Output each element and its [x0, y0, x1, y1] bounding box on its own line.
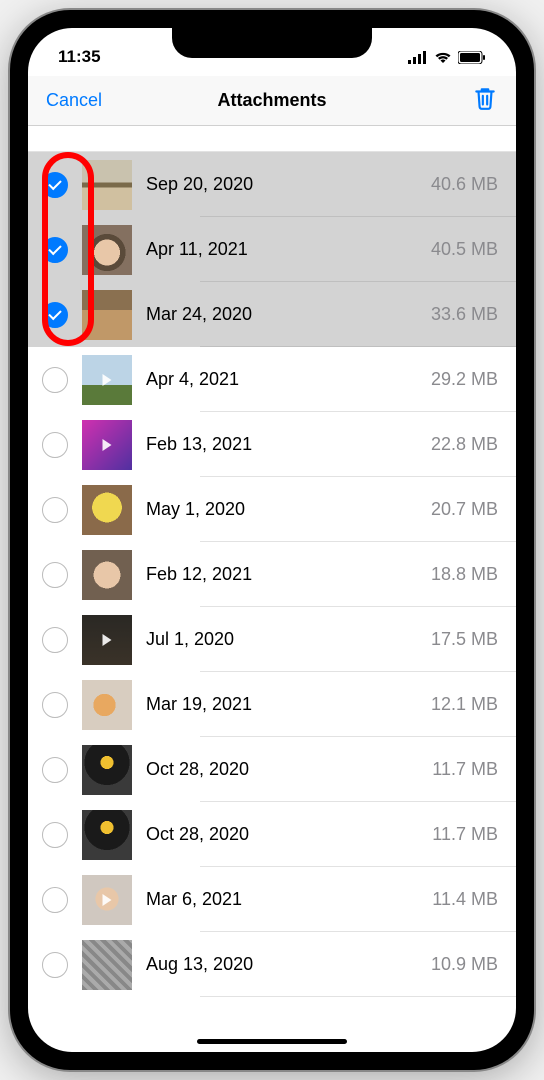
attachment-row[interactable]: Mar 24, 202033.6 MB — [28, 282, 516, 347]
cancel-button[interactable]: Cancel — [46, 90, 116, 111]
checkmark-icon — [48, 241, 61, 254]
attachment-date: Apr 11, 2021 — [146, 239, 431, 260]
attachment-size: 40.6 MB — [431, 174, 498, 195]
attachment-row[interactable]: Feb 13, 202122.8 MB — [28, 412, 516, 477]
selection-checkbox[interactable] — [28, 562, 82, 588]
wifi-icon — [434, 51, 452, 64]
status-indicators — [408, 51, 486, 64]
nav-bar: Cancel Attachments — [28, 76, 516, 126]
checkmark-icon — [48, 306, 61, 319]
attachment-size: 22.8 MB — [431, 434, 498, 455]
attachment-size: 33.6 MB — [431, 304, 498, 325]
attachment-size: 29.2 MB — [431, 369, 498, 390]
attachment-thumbnail[interactable] — [82, 355, 132, 405]
attachment-date: Feb 12, 2021 — [146, 564, 431, 585]
attachment-row[interactable]: Feb 12, 202118.8 MB — [28, 542, 516, 607]
attachment-date: Jul 1, 2020 — [146, 629, 431, 650]
screen: 11:35 Cancel Attachments — [28, 28, 516, 1052]
battery-icon — [458, 51, 486, 64]
attachment-size: 12.1 MB — [431, 694, 498, 715]
attachment-thumbnail[interactable] — [82, 290, 132, 340]
phone-frame: 11:35 Cancel Attachments — [10, 10, 534, 1070]
attachment-thumbnail[interactable] — [82, 485, 132, 535]
attachment-size: 11.7 MB — [432, 759, 498, 780]
selection-checkbox[interactable] — [28, 757, 82, 783]
selection-checkbox[interactable] — [28, 952, 82, 978]
attachment-thumbnail[interactable] — [82, 615, 132, 665]
play-icon — [103, 894, 112, 906]
attachment-thumbnail[interactable] — [82, 160, 132, 210]
attachment-thumbnail[interactable] — [82, 550, 132, 600]
selection-checkbox[interactable] — [28, 497, 82, 523]
attachment-thumbnail[interactable] — [82, 420, 132, 470]
attachment-size: 40.5 MB — [431, 239, 498, 260]
selection-checkbox[interactable] — [28, 432, 82, 458]
attachment-size: 11.4 MB — [432, 889, 498, 910]
attachment-date: Oct 28, 2020 — [146, 824, 432, 845]
attachment-size: 18.8 MB — [431, 564, 498, 585]
selection-checkbox[interactable] — [28, 237, 82, 263]
attachment-thumbnail[interactable] — [82, 680, 132, 730]
play-icon — [103, 374, 112, 386]
attachment-date: Sep 20, 2020 — [146, 174, 431, 195]
selection-checkbox[interactable] — [28, 627, 82, 653]
attachment-size: 11.7 MB — [432, 824, 498, 845]
attachment-row[interactable]: Apr 4, 202129.2 MB — [28, 347, 516, 412]
attachment-row[interactable]: Jul 1, 202017.5 MB — [28, 607, 516, 672]
status-time: 11:35 — [58, 47, 101, 67]
attachment-row[interactable]: May 1, 202020.7 MB — [28, 477, 516, 542]
attachment-date: Mar 24, 2020 — [146, 304, 431, 325]
attachment-size: 17.5 MB — [431, 629, 498, 650]
trash-icon[interactable] — [472, 85, 498, 116]
attachment-date: Mar 19, 2021 — [146, 694, 431, 715]
play-icon — [103, 634, 112, 646]
attachment-thumbnail[interactable] — [82, 940, 132, 990]
selection-checkbox[interactable] — [28, 822, 82, 848]
attachment-date: May 1, 2020 — [146, 499, 431, 520]
home-indicator[interactable] — [197, 1039, 347, 1044]
selection-checkbox[interactable] — [28, 887, 82, 913]
checkmark-icon — [48, 176, 61, 189]
attachment-thumbnail[interactable] — [82, 745, 132, 795]
attachment-row[interactable]: Oct 28, 202011.7 MB — [28, 737, 516, 802]
attachment-row[interactable]: Oct 28, 202011.7 MB — [28, 802, 516, 867]
attachment-thumbnail[interactable] — [82, 225, 132, 275]
attachment-date: Mar 6, 2021 — [146, 889, 432, 910]
attachment-thumbnail[interactable] — [82, 875, 132, 925]
notch — [172, 28, 372, 58]
attachments-list[interactable]: Sep 20, 202040.6 MBApr 11, 202140.5 MBMa… — [28, 152, 516, 997]
attachment-row[interactable]: Mar 6, 202111.4 MB — [28, 867, 516, 932]
attachment-date: Oct 28, 2020 — [146, 759, 432, 780]
attachment-size: 20.7 MB — [431, 499, 498, 520]
attachment-date: Aug 13, 2020 — [146, 954, 431, 975]
page-title: Attachments — [217, 90, 326, 111]
attachment-row[interactable]: Sep 20, 202040.6 MB — [28, 152, 516, 217]
attachment-thumbnail[interactable] — [82, 810, 132, 860]
attachment-row[interactable]: Apr 11, 202140.5 MB — [28, 217, 516, 282]
selection-checkbox[interactable] — [28, 367, 82, 393]
attachment-date: Feb 13, 2021 — [146, 434, 431, 455]
cellular-signal-icon — [408, 51, 428, 64]
attachment-row[interactable]: Mar 19, 202112.1 MB — [28, 672, 516, 737]
selection-checkbox[interactable] — [28, 692, 82, 718]
spacer — [28, 126, 516, 152]
play-icon — [103, 439, 112, 451]
attachment-size: 10.9 MB — [431, 954, 498, 975]
selection-checkbox[interactable] — [28, 302, 82, 328]
selection-checkbox[interactable] — [28, 172, 82, 198]
attachment-date: Apr 4, 2021 — [146, 369, 431, 390]
attachment-row[interactable]: Aug 13, 202010.9 MB — [28, 932, 516, 997]
